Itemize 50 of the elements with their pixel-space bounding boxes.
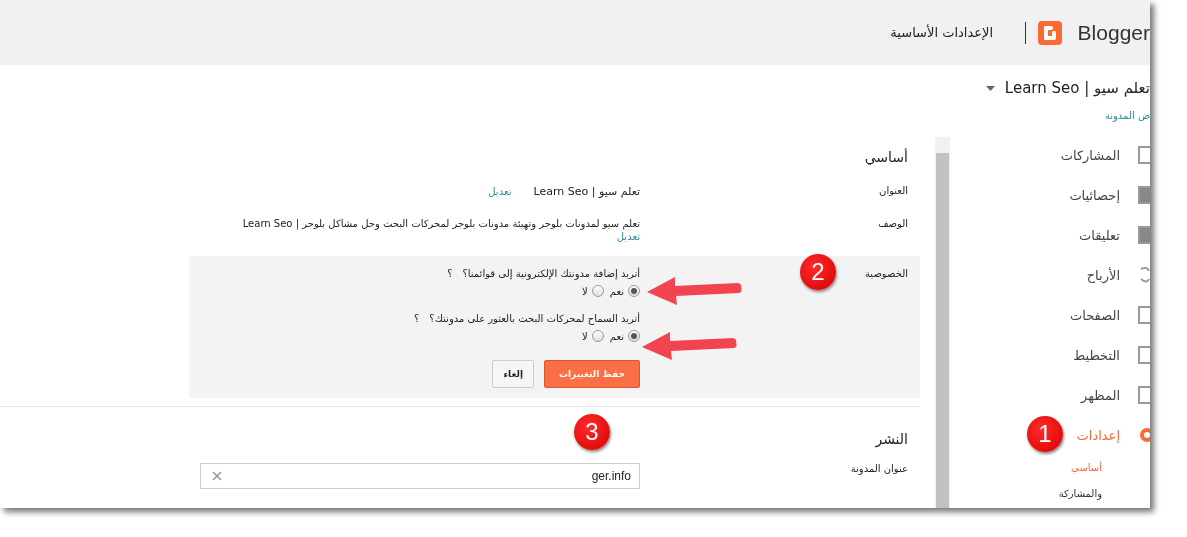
radio-button[interactable] [628, 330, 640, 342]
nav-item[interactable]: الصفحات [1070, 295, 1150, 335]
help-link[interactable]: ؟ [414, 313, 420, 324]
nav-icon [1138, 386, 1150, 404]
option-label: نعم [609, 330, 624, 342]
blog-title: تعلم سيو | Learn Seo [533, 185, 640, 198]
field-label: الوصف [878, 218, 908, 229]
help-link[interactable]: ؟ [447, 268, 453, 279]
edit-link[interactable]: تعديل [616, 231, 640, 242]
address-field[interactable]: ger.info [200, 463, 640, 489]
blog-description: تعلم سيو لمدونات بلوجر وتهيئة مدونات بلوجر لمحركات البحث وحل مشاكل بلوجر | Learn Seo [242, 218, 640, 229]
brand-name: Blogger [1077, 21, 1150, 45]
radio-button[interactable] [591, 285, 604, 297]
caret-icon[interactable] [985, 85, 995, 91]
nav-icon [1138, 266, 1150, 284]
field-label: عنوان المدونة [850, 463, 908, 474]
question-text: أتريد إضافة مدونتك الإلكترونية إلى قوائمنا؟ [462, 268, 640, 279]
blogger-logo-icon[interactable] [1038, 20, 1062, 45]
nav-item[interactable]: إحصائيات [1069, 175, 1150, 215]
step-badge: 3 [574, 414, 610, 450]
sub-nav-item[interactable]: والمشاركة [1058, 481, 1102, 507]
question-text: أتريد السماح لمحركات البحث بالعثور على مدونتك؟ [429, 313, 640, 324]
blog-name[interactable]: تعلم سيو | Learn Seo [1004, 79, 1150, 97]
nav-item[interactable]: التخطيط [1073, 335, 1150, 375]
nav-icon [1138, 186, 1150, 204]
step-badge: 1 [1027, 416, 1063, 452]
cancel-button[interactable]: إلغاء [492, 360, 534, 388]
nav-item[interactable]: الأرباح [1086, 255, 1150, 295]
scrollbar[interactable] [935, 137, 950, 508]
nav-icon [1138, 226, 1150, 244]
view-blog-link[interactable]: ض المدونة [950, 110, 1150, 121]
scrollbar-thumb[interactable] [936, 153, 949, 508]
option-label: لا [582, 285, 588, 297]
field-label: العنوان [879, 185, 908, 196]
nav-icon [1138, 146, 1150, 164]
radio-button[interactable] [591, 330, 604, 342]
field-label: الخصوصية [865, 268, 908, 279]
nav-icon [1138, 346, 1150, 364]
nav-item[interactable]: تعليقات [1079, 215, 1150, 255]
radio-button[interactable] [628, 285, 640, 297]
nav-item[interactable]: المظهر [1081, 375, 1150, 415]
option-label: لا [582, 330, 588, 342]
option-label: نعم [609, 285, 624, 297]
section-heading: النشر [875, 431, 908, 450]
nav-item[interactable]: المشاركات [1060, 135, 1150, 175]
section-heading: أساسي [864, 149, 908, 167]
nav-icon [1138, 306, 1150, 324]
page-title: الإعدادات الأساسية [890, 25, 993, 40]
clear-icon[interactable] [212, 471, 222, 481]
edit-link[interactable]: تعديل [488, 186, 512, 197]
